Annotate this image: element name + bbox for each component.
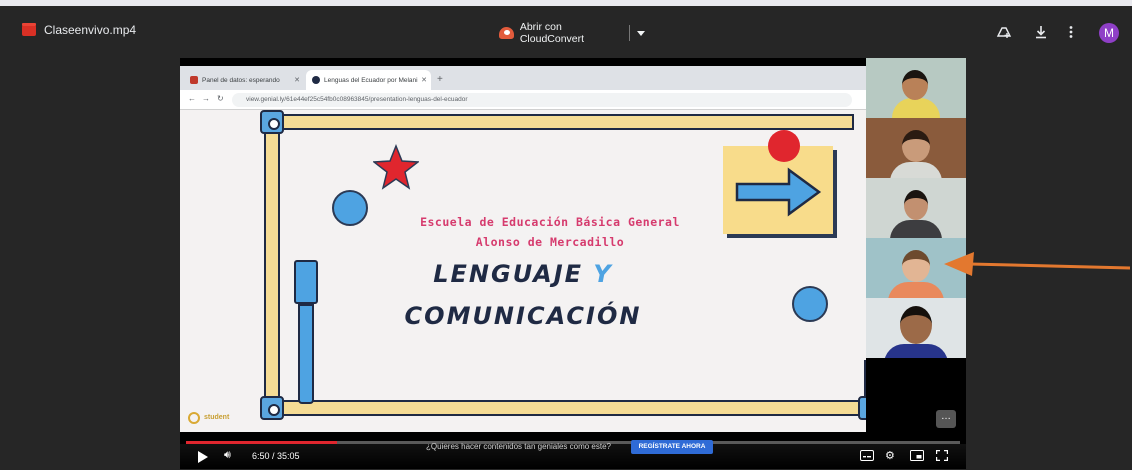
tab-label: Panel de datos: esperando [202, 76, 280, 84]
account-avatar[interactable]: M [1099, 23, 1119, 43]
settings-gear-icon[interactable]: ⚙ [885, 449, 895, 462]
open-with-label: Abrir con CloudConvert [519, 21, 585, 45]
url-field[interactable]: view.genial.ly/61e44ef25c54fb0c08963845/… [232, 93, 852, 107]
tab-favicon-icon [312, 76, 320, 84]
participant-strip [866, 58, 966, 362]
frame-joint [858, 396, 866, 420]
file-name: Claseenvivo.mp4 [44, 23, 137, 37]
participant-video [866, 178, 966, 238]
slide-title-line2: COMUNICACIÓN [404, 302, 642, 330]
reload-icon[interactable]: ↻ [217, 94, 224, 103]
open-with-button[interactable]: Abrir con CloudConvert [495, 21, 645, 45]
address-bar: ← → ↻ view.genial.ly/61e44ef25c54fb0c089… [180, 90, 866, 110]
play-icon[interactable] [198, 451, 208, 463]
red-star-icon [373, 144, 419, 190]
browser-tab-strip: Panel de datos: esperando ✕ Lenguas del … [180, 66, 866, 90]
participant-video [866, 58, 966, 118]
school-name-line2: Alonso de Mercadillo [475, 235, 625, 249]
button-divider [629, 25, 630, 41]
browser-tab-active[interactable]: Lenguas del Ecuador por Melani ✕ [306, 70, 431, 90]
brand-label: student [204, 414, 230, 421]
back-icon[interactable]: ← [188, 94, 196, 103]
promo-text: ¿Quieres hacer contenidos tan geniales c… [426, 442, 611, 451]
tab-label: Lenguas del Ecuador por Melani [324, 76, 418, 84]
download-icon[interactable] [1033, 24, 1049, 40]
new-tab-icon[interactable]: + [437, 74, 443, 85]
frame-top-bar [268, 114, 854, 130]
genially-logo-icon [188, 412, 200, 424]
cloudconvert-icon [499, 27, 514, 39]
frame-joint [260, 110, 284, 134]
participant-video [866, 118, 966, 178]
school-name-line1: Escuela de Educación Básica General [420, 215, 680, 229]
frame-joint [260, 396, 284, 420]
participant-video [866, 298, 966, 358]
register-now-button[interactable]: REGÍSTRATE AHORA [631, 440, 713, 454]
fullscreen-icon[interactable] [935, 449, 949, 464]
annotation-arrow-icon [944, 252, 1131, 276]
miniplayer-icon[interactable] [910, 450, 924, 464]
close-icon[interactable]: ✕ [421, 76, 427, 84]
volume-icon[interactable]: 🔊︎ [224, 449, 231, 462]
captions-icon[interactable] [860, 450, 874, 464]
blue-circle-shape [332, 190, 368, 226]
presentation-slide: Escuela de Educación Básica General Alon… [180, 110, 866, 432]
slide-title-word: LENGUAJE [433, 260, 584, 288]
browser-tab[interactable]: Panel de datos: esperando ✕ [184, 70, 304, 90]
close-icon[interactable]: ✕ [294, 76, 300, 84]
more-options-button[interactable]: … [936, 410, 956, 428]
frame-bottom-bar [268, 400, 866, 416]
video-player[interactable]: Panel de datos: esperando ✕ Lenguas del … [180, 58, 966, 469]
preview-header: Claseenvivo.mp4 Abrir con CloudConvert M [0, 6, 1132, 56]
video-file-icon [22, 23, 36, 36]
slide-title-connector: Y [593, 260, 613, 288]
forward-icon[interactable]: → [202, 94, 210, 103]
red-circle-shape [768, 130, 800, 162]
player-controls: ¿Quieres hacer contenidos tan geniales c… [180, 440, 966, 469]
slide-title-line1: LENGUAJE Y [180, 260, 866, 288]
add-to-drive-icon[interactable] [996, 24, 1012, 40]
drive-video-preview: Claseenvivo.mp4 Abrir con CloudConvert M… [0, 0, 1132, 470]
tab-favicon-icon [190, 76, 198, 84]
chevron-down-icon[interactable] [637, 30, 645, 36]
more-vert-icon[interactable] [1063, 24, 1079, 40]
playback-time: 6:50 / 35:05 [252, 451, 300, 461]
